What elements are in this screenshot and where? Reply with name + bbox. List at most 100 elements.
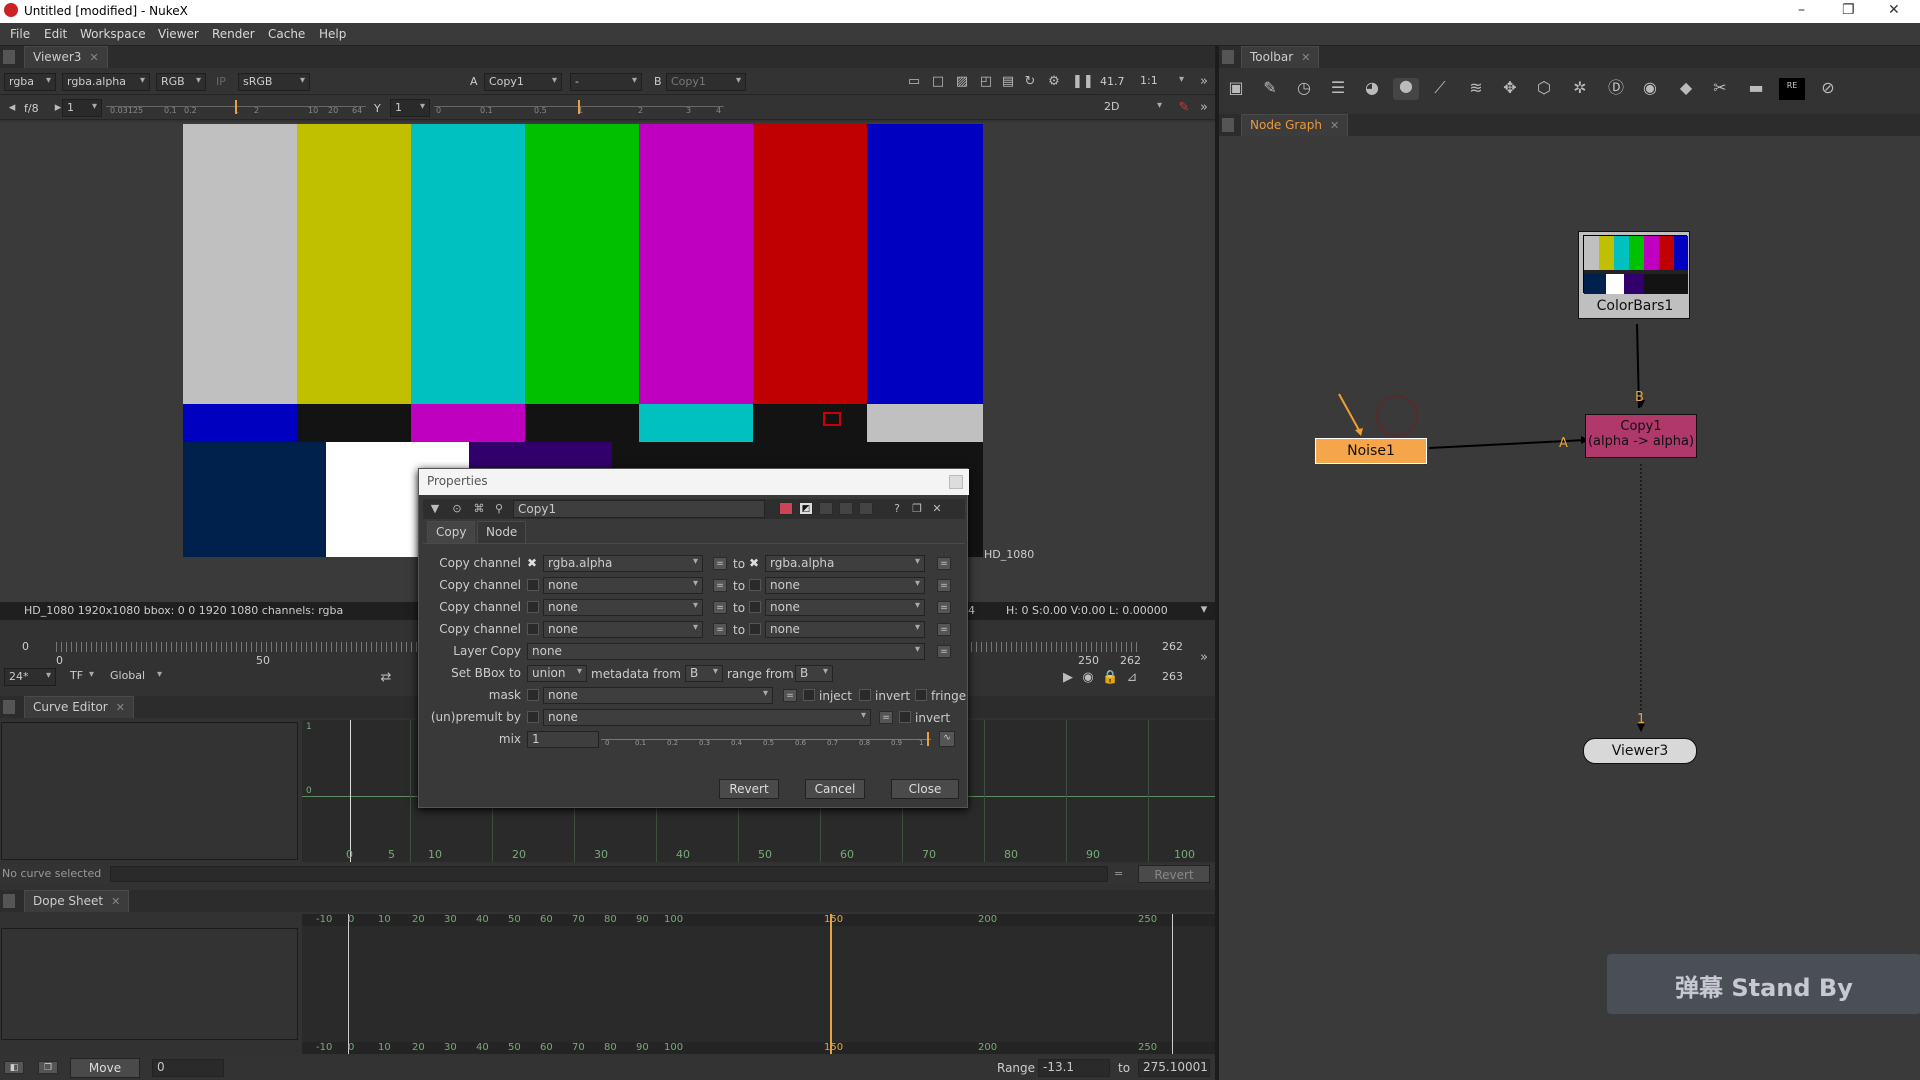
tab-viewer3[interactable]: Viewer3 ✕ bbox=[24, 46, 108, 68]
premult-dropdown[interactable]: none bbox=[543, 709, 871, 726]
equals-button[interactable]: = bbox=[937, 601, 951, 614]
paint-icon[interactable]: ✎ bbox=[1176, 100, 1192, 116]
move-value-field[interactable]: 0 bbox=[152, 1059, 224, 1077]
lut-dropdown[interactable]: sRGB bbox=[238, 73, 310, 91]
help-icon[interactable]: ? bbox=[889, 501, 905, 517]
menu-cache[interactable]: Cache bbox=[268, 27, 305, 41]
premult-enabled-checkbox[interactable] bbox=[527, 711, 539, 723]
close-button[interactable]: Close bbox=[891, 779, 959, 799]
curve-tree[interactable] bbox=[1, 722, 298, 860]
merge-nodes-icon[interactable]: ≋ bbox=[1465, 80, 1487, 96]
ip-toggle[interactable]: IP bbox=[216, 75, 226, 88]
mask-dropdown[interactable]: none bbox=[543, 687, 773, 704]
alpha-channel-dropdown[interactable]: rgba.alpha bbox=[62, 73, 150, 91]
expression-field[interactable] bbox=[110, 866, 1108, 882]
zebra-icon[interactable]: ▨ bbox=[954, 74, 970, 90]
copy-from-dropdown[interactable]: none bbox=[543, 577, 703, 594]
tab-dope-sheet[interactable]: Dope Sheet ✕ bbox=[24, 890, 130, 912]
revert-icon[interactable] bbox=[859, 502, 873, 515]
equals-button[interactable]: = bbox=[713, 557, 727, 570]
tab-toolbar[interactable]: Toolbar ✕ bbox=[1241, 46, 1320, 68]
equals-button[interactable]: = bbox=[713, 601, 727, 614]
record-icon[interactable]: ◉ bbox=[1080, 670, 1096, 686]
menu-edit[interactable]: Edit bbox=[44, 27, 67, 41]
layer-copy-dropdown[interactable]: none bbox=[527, 643, 925, 660]
viewer-node[interactable]: Viewer3 bbox=[1583, 738, 1697, 764]
properties-title-bar[interactable]: Properties bbox=[419, 469, 969, 495]
step-icon[interactable]: ⊿ bbox=[1124, 670, 1140, 686]
menu-file[interactable]: File bbox=[10, 27, 30, 41]
global-range-dropdown[interactable]: Global bbox=[106, 668, 166, 686]
furnace-nodes-icon[interactable]: ⊘ bbox=[1817, 80, 1839, 96]
draw-nodes-icon[interactable]: ✎ bbox=[1259, 80, 1281, 96]
equals-button[interactable]: = bbox=[937, 623, 951, 636]
region-icon[interactable]: □ bbox=[930, 74, 946, 90]
refresh-icon[interactable]: ↻ bbox=[1022, 74, 1038, 90]
pane-menu-icon[interactable] bbox=[3, 50, 15, 64]
target-enabled-checkbox[interactable]: ✖ bbox=[749, 557, 761, 569]
fringe-checkbox[interactable] bbox=[915, 689, 927, 701]
dope-graph[interactable]: -10 0 10 20 30 40 50 60 70 80 90 100 150… bbox=[302, 914, 1215, 1054]
close-icon[interactable]: ✕ bbox=[1301, 51, 1310, 64]
float-panel-icon[interactable]: ❐ bbox=[909, 501, 925, 517]
range-from-field[interactable]: -13.1 bbox=[1038, 1059, 1110, 1077]
particles-nodes-icon[interactable]: ✲ bbox=[1569, 80, 1591, 96]
copy-to-dropdown[interactable]: none bbox=[765, 577, 925, 594]
colorbars-node[interactable]: ColorBars1 bbox=[1578, 231, 1690, 319]
more-chevron-icon[interactable]: » bbox=[1196, 650, 1212, 666]
collapse-icon[interactable]: ▼ bbox=[427, 501, 443, 517]
info-menu-icon[interactable]: ▾ bbox=[1196, 602, 1212, 618]
copy-keys-icon[interactable]: ❐ bbox=[38, 1061, 58, 1074]
mix-field[interactable]: 1 bbox=[527, 731, 599, 748]
lock-icon[interactable]: 🔒 bbox=[1102, 670, 1118, 686]
3d-nodes-icon[interactable]: ⬡ bbox=[1533, 80, 1555, 96]
equals-button[interactable]: = bbox=[937, 557, 951, 570]
more-chevron-icon[interactable]: » bbox=[1196, 74, 1212, 90]
guides-icon[interactable]: ▤ bbox=[1000, 74, 1016, 90]
mask-enabled-checkbox[interactable] bbox=[527, 689, 539, 701]
keyer-nodes-icon[interactable]: ⟋ bbox=[1429, 80, 1451, 96]
invert-mask-checkbox[interactable] bbox=[859, 689, 871, 701]
close-panel-icon[interactable]: ✕ bbox=[929, 501, 945, 517]
menu-workspace[interactable]: Workspace bbox=[80, 27, 146, 41]
animation-menu-icon[interactable]: ∿ bbox=[939, 731, 955, 747]
properties-float-button[interactable] bbox=[949, 475, 963, 489]
pause-icon[interactable]: ❚❚ bbox=[1072, 74, 1094, 90]
sync-icon[interactable]: ⇄ bbox=[378, 670, 394, 686]
invert-premult-checkbox[interactable] bbox=[899, 711, 911, 723]
zoom-value[interactable]: 41.7 bbox=[1100, 75, 1125, 88]
close-icon[interactable]: ✕ bbox=[1330, 119, 1339, 132]
close-icon[interactable]: ✕ bbox=[89, 51, 98, 64]
input-b-dropdown[interactable]: Copy1 bbox=[666, 73, 746, 91]
tab-node[interactable]: Node bbox=[477, 521, 527, 543]
move-button[interactable]: Move bbox=[70, 1058, 140, 1078]
node-color-swatch[interactable] bbox=[779, 502, 793, 515]
time-nodes-icon[interactable]: ◷ bbox=[1293, 80, 1315, 96]
node-name-field[interactable]: Copy1 bbox=[513, 500, 765, 518]
metadata-nodes-icon[interactable]: ◆ bbox=[1675, 80, 1697, 96]
gl-color-swatch[interactable]: ◩ bbox=[799, 502, 813, 515]
dope-tree[interactable] bbox=[1, 928, 298, 1040]
menu-render[interactable]: Render bbox=[212, 27, 255, 41]
view-mode-dropdown[interactable]: 2D bbox=[1100, 99, 1166, 117]
tab-curve-editor[interactable]: Curve Editor ✕ bbox=[24, 696, 134, 718]
channels-dropdown[interactable]: rgba bbox=[4, 73, 56, 91]
lock-node-icon[interactable]: ⚲ bbox=[491, 501, 507, 517]
noise-node[interactable]: Noise1 bbox=[1315, 438, 1427, 464]
redo-icon[interactable] bbox=[839, 502, 853, 515]
target-enabled-checkbox[interactable] bbox=[749, 601, 761, 613]
curve-revert-button[interactable]: Revert bbox=[1138, 865, 1210, 883]
deep-nodes-icon[interactable]: Ⓓ bbox=[1605, 80, 1627, 96]
filter-nodes-icon[interactable]: ● bbox=[1393, 78, 1419, 100]
current-frame-field[interactable]: 263 bbox=[1162, 670, 1183, 683]
undo-icon[interactable] bbox=[819, 502, 833, 515]
menu-viewer[interactable]: Viewer bbox=[158, 27, 199, 41]
settings-icon[interactable]: ⚙ bbox=[1046, 74, 1062, 90]
gamma-field[interactable]: 1 bbox=[390, 99, 430, 117]
views-nodes-icon[interactable]: ◉ bbox=[1639, 80, 1661, 96]
input-a-dropdown[interactable]: Copy1 bbox=[484, 73, 562, 91]
inject-checkbox[interactable] bbox=[803, 689, 815, 701]
prev-fstop-icon[interactable]: ◂ bbox=[4, 100, 20, 116]
tab-node-graph[interactable]: Node Graph ✕ bbox=[1241, 114, 1349, 136]
equals-button[interactable]: = bbox=[937, 645, 951, 658]
